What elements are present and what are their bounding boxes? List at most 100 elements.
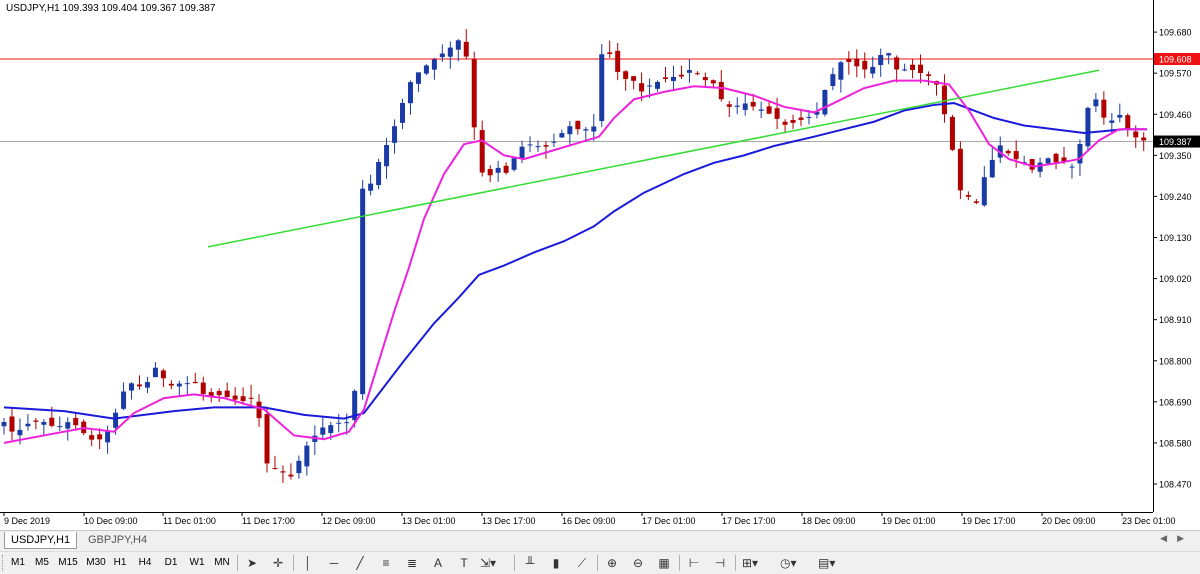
tab-usdjpy-h1[interactable]: USDJPY,H1 — [4, 532, 78, 549]
time-tick-label: 11 Dec 01:00 — [163, 516, 216, 526]
candle-body — [1085, 107, 1091, 147]
tab-scroll-arrows[interactable]: ◀▶ — [1160, 533, 1194, 544]
candle-body — [702, 77, 708, 81]
candle-body — [376, 161, 382, 186]
time-tick-label: 10 Dec 09:00 — [84, 516, 138, 526]
toolbar-separator — [597, 555, 598, 571]
line-chart-icon[interactable]: ⟋ — [574, 555, 590, 571]
candle-body — [774, 108, 780, 119]
timeframe-m5-button[interactable]: M5 — [32, 555, 52, 571]
candle-body — [926, 74, 932, 76]
price-chart[interactable]: 109.680 109.570 109.460 109.350 109.240 109.1… — [0, 0, 1200, 530]
candle-body — [1037, 162, 1043, 172]
candle-body — [272, 468, 278, 470]
timeframe-w1-button[interactable]: W1 — [187, 555, 207, 571]
candlestick-chart-icon[interactable]: ▮ — [548, 555, 564, 571]
candle-body — [503, 165, 509, 173]
zoom-out-icon[interactable]: ⊖ — [630, 555, 646, 571]
candle-body — [655, 81, 661, 89]
candle-body — [192, 381, 198, 384]
candle-body — [160, 370, 166, 379]
periods-dropdown-icon[interactable]: ◷▾ — [780, 555, 797, 571]
candle-body — [336, 422, 342, 424]
timeframe-d1-button[interactable]: D1 — [162, 555, 180, 571]
candle-body — [607, 52, 613, 54]
candle-body — [1101, 99, 1107, 118]
candle-body — [806, 116, 812, 118]
candle-body — [216, 391, 222, 396]
candle-body — [1013, 151, 1019, 160]
timeframe-h1-button[interactable]: H1 — [111, 555, 129, 571]
candle-body — [631, 76, 637, 81]
price-tick-label: 108.470 — [1159, 479, 1192, 489]
horizontal-line-icon[interactable]: ─ — [326, 555, 342, 571]
indicators-dropdown-icon[interactable]: ⊞▾ — [742, 555, 758, 571]
candle-body — [551, 141, 557, 143]
candle-body — [328, 425, 334, 434]
text-icon[interactable]: A — [430, 555, 446, 571]
candle-body — [1077, 144, 1083, 164]
timeframe-m1-button[interactable]: M1 — [8, 555, 28, 571]
candle-body — [1005, 150, 1011, 154]
candle-body — [439, 53, 445, 58]
toolbar: M1 M5 M15 M30 H1 H4 D1 W1 MN ➤ ✛ │ ─ ╱ ≡… — [0, 551, 1200, 574]
timeframe-m30-button[interactable]: M30 — [84, 555, 108, 571]
candle-body — [949, 116, 955, 150]
candle-body — [782, 121, 788, 125]
equidistant-channel-icon[interactable]: ≡ — [378, 555, 394, 571]
auto-scroll-icon[interactable]: ⊢ — [686, 555, 702, 571]
vertical-line-icon[interactable]: │ — [300, 555, 316, 571]
candle-body — [360, 188, 366, 395]
candle-body — [830, 74, 836, 87]
time-tick-label: 12 Dec 09:00 — [322, 516, 376, 526]
candle-body — [663, 77, 669, 79]
candle-body — [368, 183, 374, 191]
candle-body — [89, 435, 95, 440]
timeframe-m15-button[interactable]: M15 — [56, 555, 80, 571]
candle-body — [65, 422, 71, 429]
price-tick-label: 108.910 — [1159, 315, 1192, 325]
timeframe-h4-button[interactable]: H4 — [136, 555, 154, 571]
candle-body — [1141, 137, 1147, 141]
crosshair-icon[interactable]: ✛ — [270, 555, 286, 571]
candle-body — [854, 58, 860, 67]
fibonacci-icon[interactable]: ≣ — [404, 555, 420, 571]
candle-body — [73, 417, 79, 426]
chart-shift-icon[interactable]: ⊣ — [712, 555, 728, 571]
candle-body — [232, 395, 238, 400]
candle-body — [1133, 131, 1139, 138]
bar-chart-icon[interactable]: ╨ — [522, 555, 538, 571]
time-tick-label: 20 Dec 09:00 — [1042, 516, 1096, 526]
candle-body — [670, 76, 676, 81]
tab-gbpjpy-h4[interactable]: GBPJPY,H4 — [82, 532, 153, 548]
candle-body — [384, 145, 390, 167]
trendline-icon[interactable]: ╱ — [352, 555, 368, 571]
zoom-in-icon[interactable]: ⊕ — [604, 555, 620, 571]
candle-body — [718, 81, 724, 100]
candle-body — [1, 422, 7, 427]
candle-body — [1109, 120, 1115, 123]
price-tick-label: 109.020 — [1159, 274, 1192, 284]
price-tick-label: 108.580 — [1159, 438, 1192, 448]
candle-body — [559, 133, 565, 138]
candle-body — [392, 126, 398, 143]
candle-body — [647, 85, 653, 87]
arrows-dropdown-icon[interactable]: ⇲▾ — [480, 555, 496, 571]
cursor-icon[interactable]: ➤ — [244, 555, 260, 571]
timeframe-mn-button[interactable]: MN — [212, 555, 232, 571]
candle-body — [224, 390, 230, 398]
candle-body — [957, 148, 963, 191]
candle-body — [415, 72, 421, 84]
candle-body — [639, 83, 645, 92]
time-tick-label: 13 Dec 01:00 — [402, 516, 456, 526]
text-label-icon[interactable]: T — [456, 555, 472, 571]
candle-body — [886, 53, 892, 56]
chart-area[interactable]: 109.680 109.570 109.460 109.350 109.240 109.1… — [0, 0, 1200, 530]
candle-body — [965, 195, 971, 197]
candle-body — [296, 460, 302, 474]
candle-body — [41, 421, 47, 425]
templates-dropdown-icon[interactable]: ▤▾ — [818, 555, 835, 571]
candle-body — [136, 384, 142, 387]
toolbar-grip[interactable] — [2, 555, 6, 571]
tile-windows-icon[interactable]: ▦ — [656, 555, 672, 571]
